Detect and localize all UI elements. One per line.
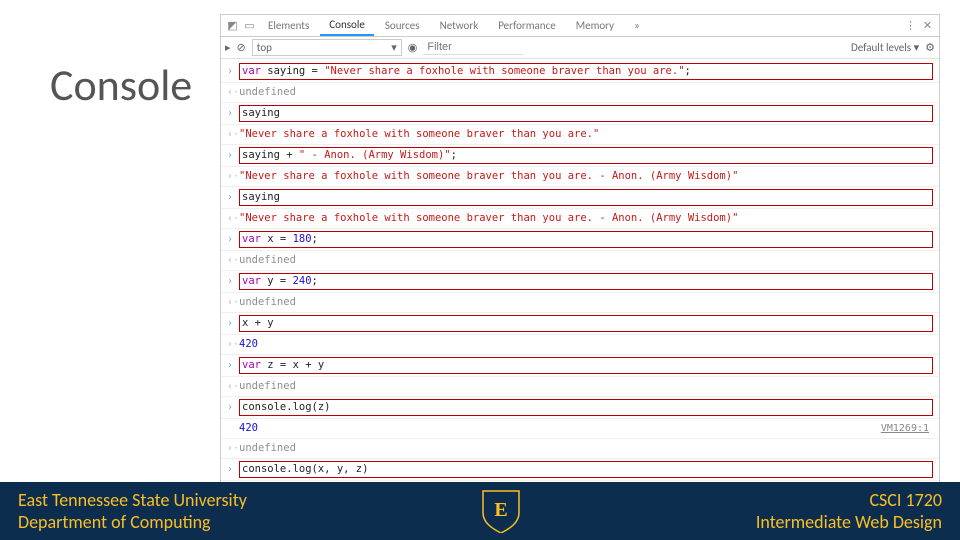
code-text: saying: [239, 105, 933, 122]
console-output-row: ‹·undefined: [221, 292, 939, 312]
console-output-row: ‹·420: [221, 334, 939, 354]
clear-icon[interactable]: ⊘: [237, 41, 246, 54]
output-arrow-icon: ‹·: [227, 85, 239, 100]
code-text: saying + " - Anon. (Army Wisdom)";: [239, 147, 933, 164]
tab-memory[interactable]: Memory: [567, 16, 623, 35]
code-text: console.log(x, y, z): [239, 461, 933, 478]
console-toolbar: ▸ ⊘ top ▾ ◉ Default levels ▾ ⚙: [221, 37, 939, 59]
code-text: var y = 240;: [239, 273, 933, 290]
menu-icon[interactable]: ⋮: [903, 18, 918, 33]
console-output-row: 420 VM1269:1: [221, 418, 939, 438]
footer-course-name: Intermediate Web Design: [756, 511, 942, 534]
slide-title: Console: [50, 58, 192, 112]
console-input-row: ›saying: [221, 186, 939, 208]
tab-elements[interactable]: Elements: [259, 16, 318, 35]
tab-sources[interactable]: Sources: [376, 16, 429, 35]
tab-network[interactable]: Network: [431, 16, 488, 35]
console-input-row: ›console.log(x, y, z): [221, 458, 939, 480]
code-text: "Never share a foxhole with someone brav…: [239, 169, 933, 184]
chevron-down-icon: ▾: [391, 41, 397, 54]
input-arrow-icon: ›: [227, 64, 239, 79]
code-text: undefined: [239, 441, 933, 456]
code-text: undefined: [239, 379, 933, 394]
code-text: x + y: [239, 315, 933, 332]
tab-more[interactable]: »: [625, 16, 649, 35]
console-output-row: ‹·undefined: [221, 376, 939, 396]
input-arrow-icon: ›: [227, 462, 239, 477]
context-select[interactable]: top ▾: [252, 39, 402, 56]
output-arrow-icon: ‹·: [227, 337, 239, 352]
etsu-shield-logo: E: [481, 489, 521, 533]
inspect-icon[interactable]: ◩: [225, 18, 240, 33]
tab-console[interactable]: Console: [320, 15, 374, 36]
console-output-row: ‹·"Never share a foxhole with someone br…: [221, 166, 939, 186]
console-output-row: ‹·"Never share a foxhole with someone br…: [221, 208, 939, 228]
devtools-panel: ◩ ▭ Elements Console Sources Network Per…: [220, 14, 940, 523]
code-text: undefined: [239, 295, 933, 310]
code-text: var z = x + y: [239, 357, 933, 374]
code-text: undefined: [239, 85, 933, 100]
input-arrow-icon: ›: [227, 232, 239, 247]
log-dot-icon: [227, 421, 239, 436]
code-text: 420: [239, 337, 933, 352]
tab-performance[interactable]: Performance: [489, 16, 565, 35]
console-output-row: ‹·undefined: [221, 82, 939, 102]
eye-icon[interactable]: ◉: [408, 41, 418, 54]
footer-institution: East Tennessee State University: [18, 489, 247, 512]
sidebar-icon[interactable]: ▸: [225, 41, 231, 54]
input-arrow-icon: ›: [227, 274, 239, 289]
input-arrow-icon: ›: [227, 316, 239, 331]
footer-course-code: CSCI 1720: [756, 489, 942, 512]
output-arrow-icon: ‹·: [227, 211, 239, 226]
output-arrow-icon: ‹·: [227, 169, 239, 184]
console-input-row: ›var y = 240;: [221, 270, 939, 292]
devtools-tabbar: ◩ ▭ Elements Console Sources Network Per…: [221, 15, 939, 37]
input-arrow-icon: ›: [227, 148, 239, 163]
console-input-row: ›var saying = "Never share a foxhole wit…: [221, 61, 939, 82]
console-output-row: ‹·undefined: [221, 250, 939, 270]
slide-footer: East Tennessee State University Departme…: [0, 482, 960, 540]
code-text: "Never share a foxhole with someone brav…: [239, 127, 933, 142]
code-text: undefined: [239, 253, 933, 268]
console-input-row: ›var x = 180;: [221, 228, 939, 250]
context-label: top: [257, 41, 272, 54]
code-text: console.log(z): [239, 399, 933, 416]
output-arrow-icon: ‹·: [227, 295, 239, 310]
device-icon[interactable]: ▭: [242, 18, 257, 33]
console-input-row: ›console.log(z): [221, 396, 939, 418]
footer-department: Department of Computing: [18, 511, 247, 534]
footer-left: East Tennessee State University Departme…: [18, 489, 247, 534]
output-arrow-icon: ‹·: [227, 127, 239, 142]
console-log-list: ›var saying = "Never share a foxhole wit…: [221, 59, 939, 522]
console-input-row: ›saying: [221, 102, 939, 124]
footer-right: CSCI 1720 Intermediate Web Design: [756, 489, 942, 534]
gear-icon[interactable]: ⚙: [925, 41, 935, 54]
output-arrow-icon: ‹·: [227, 379, 239, 394]
filter-input[interactable]: [423, 40, 523, 55]
input-arrow-icon: ›: [227, 106, 239, 121]
console-input-row: ›var z = x + y: [221, 354, 939, 376]
source-link[interactable]: VM1269:1: [881, 421, 933, 436]
output-arrow-icon: ‹·: [227, 253, 239, 268]
code-text: "Never share a foxhole with someone brav…: [239, 211, 933, 226]
console-output-row: ‹·undefined: [221, 438, 939, 458]
input-arrow-icon: ›: [227, 358, 239, 373]
code-text: 420: [239, 421, 560, 436]
console-input-row: ›x + y: [221, 312, 939, 334]
levels-select[interactable]: Default levels ▾: [851, 41, 919, 54]
code-text: var x = 180;: [239, 231, 933, 248]
output-arrow-icon: ‹·: [227, 441, 239, 456]
input-arrow-icon: ›: [227, 400, 239, 415]
close-icon[interactable]: ✕: [920, 18, 935, 33]
console-output-row: ‹·"Never share a foxhole with someone br…: [221, 124, 939, 144]
input-arrow-icon: ›: [227, 190, 239, 205]
code-text: var saying = "Never share a foxhole with…: [239, 63, 933, 80]
console-input-row: ›saying + " - Anon. (Army Wisdom)";: [221, 144, 939, 166]
svg-text:E: E: [495, 499, 508, 521]
code-text: saying: [239, 189, 933, 206]
